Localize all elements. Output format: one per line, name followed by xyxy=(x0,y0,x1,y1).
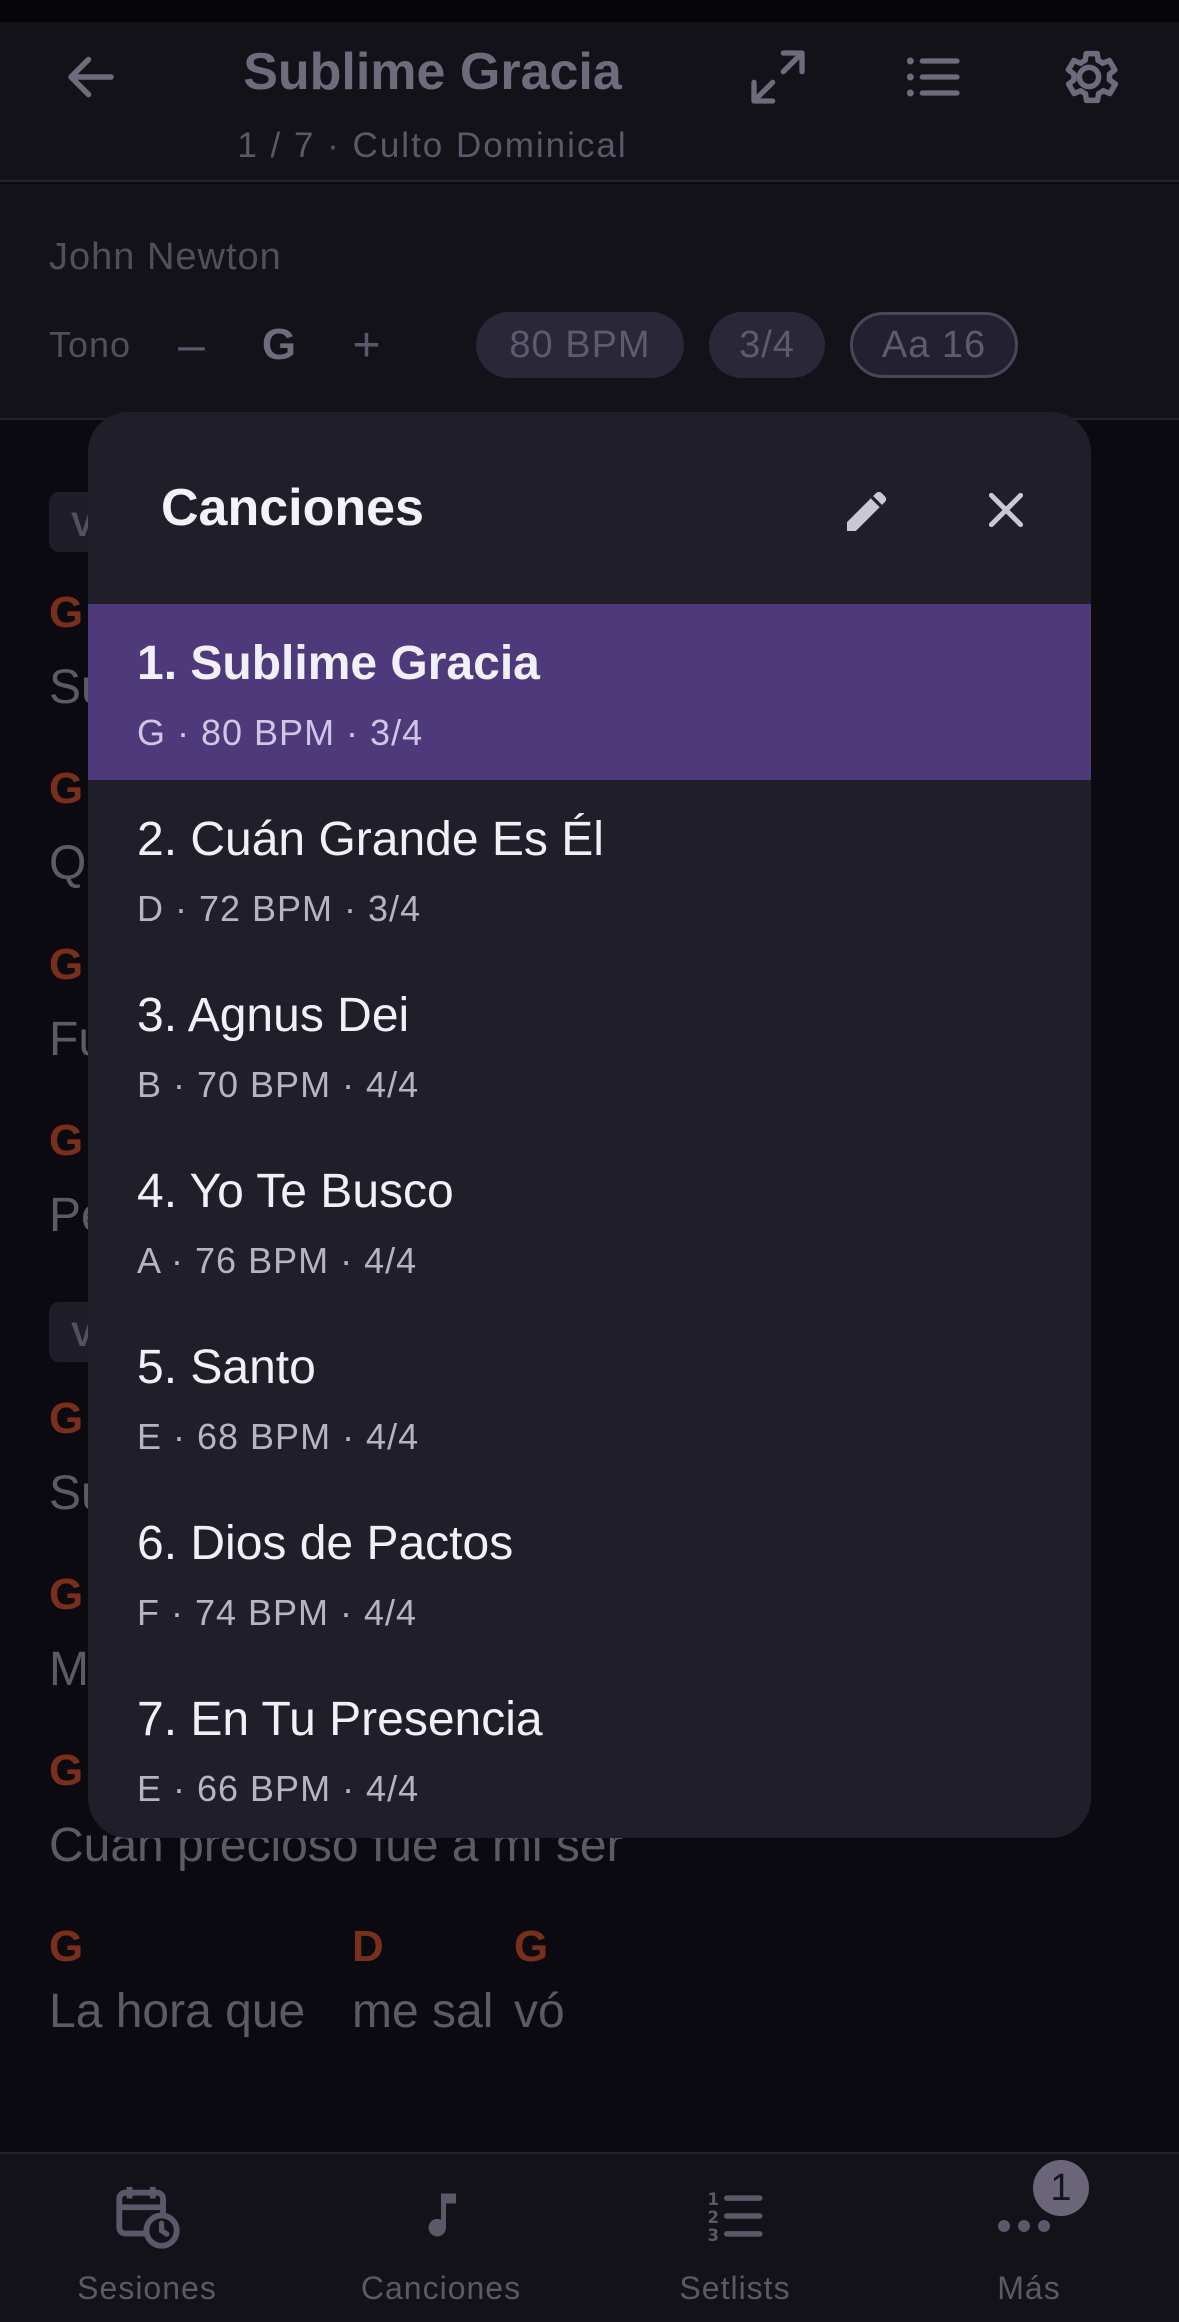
song-item-3[interactable]: 3. Agnus Dei B · 70 BPM · 4/4 xyxy=(88,956,1091,1132)
nav-canciones[interactable]: Canciones xyxy=(294,2154,588,2322)
chord: G xyxy=(49,1394,84,1443)
back-button[interactable] xyxy=(46,22,136,132)
lyric-segment: vó xyxy=(514,1985,565,2038)
song-item-1[interactable]: 1. Sublime Gracia G · 80 BPM · 3/4 xyxy=(88,604,1091,780)
nav-label: Setlists xyxy=(679,2270,791,2306)
chord: G xyxy=(49,764,84,813)
song-list: 1. Sublime Gracia G · 80 BPM · 3/4 2. Cu… xyxy=(88,604,1091,1836)
chord: G xyxy=(49,588,84,637)
song-name: 2. Cuán Grande Es Él xyxy=(137,813,604,866)
song-name: 7. En Tu Presencia xyxy=(137,1693,543,1746)
bpm-chip[interactable]: 80 BPM xyxy=(476,312,684,378)
song-item-5[interactable]: 5. Santo E · 68 BPM · 4/4 xyxy=(88,1308,1091,1484)
chord: G xyxy=(514,1922,549,1971)
song-meta: F · 74 BPM · 4/4 xyxy=(137,1592,418,1633)
lyric-segment: me sal xyxy=(352,1985,494,2038)
song-name: 5. Santo xyxy=(137,1341,316,1394)
numbered-list-icon: 123 xyxy=(588,2178,882,2254)
song-name: 6. Dios de Pactos xyxy=(137,1517,514,1570)
svg-text:3: 3 xyxy=(708,2226,719,2245)
lyric-line: Q xyxy=(49,837,87,890)
gear-icon xyxy=(1056,44,1122,110)
svg-text:2: 2 xyxy=(708,2208,719,2227)
song-meta: E · 66 BPM · 4/4 xyxy=(137,1768,420,1809)
song-meta: D · 72 BPM · 3/4 xyxy=(137,888,422,929)
song-meta: G · 80 BPM · 3/4 xyxy=(137,712,424,753)
song-name: 1. Sublime Gracia xyxy=(137,637,540,690)
song-title: Sublime Gracia xyxy=(243,43,622,101)
edit-button[interactable] xyxy=(828,472,908,552)
lyric-line: M xyxy=(49,1643,89,1696)
nav-setlists[interactable]: 123 Setlists xyxy=(588,2154,882,2322)
time-signature-chip[interactable]: 3/4 xyxy=(709,312,825,378)
song-meta: A · 76 BPM · 4/4 xyxy=(137,1240,418,1281)
chord: G xyxy=(49,940,84,989)
nav-mas[interactable]: Más xyxy=(882,2154,1176,2322)
key-label: Tono xyxy=(49,324,132,365)
nav-label: Sesiones xyxy=(77,2270,217,2306)
song-name: 3. Agnus Dei xyxy=(137,989,410,1042)
setlist-button[interactable] xyxy=(888,22,978,132)
notification-badge: 1 xyxy=(1033,2160,1089,2216)
chord: G xyxy=(49,1922,84,1971)
bottom-navigation: Sesiones Canciones 123 Setlists Más xyxy=(0,2152,1179,2322)
nav-label: Más xyxy=(997,2270,1061,2306)
top-app-bar: Sublime Gracia 1 / 7 · Culto Dominical xyxy=(0,22,1179,182)
song-name: 4. Yo Te Busco xyxy=(137,1165,454,1218)
pencil-icon xyxy=(840,482,896,543)
expand-icon xyxy=(746,45,810,109)
key-control: Tono – G + xyxy=(49,310,404,380)
close-button[interactable] xyxy=(966,472,1046,552)
settings-button[interactable] xyxy=(1044,22,1134,132)
song-meta: B · 70 BPM · 4/4 xyxy=(137,1064,420,1105)
chord: G xyxy=(49,1746,84,1795)
arrow-left-icon xyxy=(61,47,121,107)
current-key: G xyxy=(261,320,297,369)
calendar-clock-icon xyxy=(0,2178,294,2254)
key-up-button[interactable]: + xyxy=(329,318,404,373)
svg-text:1: 1 xyxy=(708,2190,719,2209)
songs-modal: Canciones 1. Sublime Gracia G · 80 BPM ·… xyxy=(88,412,1091,1838)
nav-label: Canciones xyxy=(360,2270,522,2306)
song-item-2[interactable]: 2. Cuán Grande Es Él D · 72 BPM · 3/4 xyxy=(88,780,1091,956)
modal-title: Canciones xyxy=(161,479,424,537)
song-item-4[interactable]: 4. Yo Te Busco A · 76 BPM · 4/4 xyxy=(88,1132,1091,1308)
song-author: John Newton xyxy=(49,236,282,278)
lyric-segment: La hora que xyxy=(49,1985,306,2038)
song-info-bar: John Newton Tono – G + 80 BPM 3/4 Aa 16 xyxy=(0,184,1179,420)
key-down-button[interactable]: – xyxy=(154,318,229,373)
more-dots-icon xyxy=(882,2178,1176,2254)
font-size-chip[interactable]: Aa 16 xyxy=(850,312,1018,378)
chord: G xyxy=(49,1570,84,1619)
nav-sesiones[interactable]: Sesiones xyxy=(0,2154,294,2322)
fullscreen-button[interactable] xyxy=(733,22,823,132)
status-bar xyxy=(0,0,1179,22)
list-icon xyxy=(901,45,965,109)
chord: D xyxy=(352,1922,384,1971)
song-meta: E · 68 BPM · 4/4 xyxy=(137,1416,420,1457)
chord: G xyxy=(49,1116,84,1165)
song-item-6[interactable]: 6. Dios de Pactos F · 74 BPM · 4/4 xyxy=(88,1484,1091,1660)
song-item-7[interactable]: 7. En Tu Presencia E · 66 BPM · 4/4 xyxy=(88,1660,1091,1836)
music-note-icon xyxy=(294,2178,588,2254)
setlist-position: 1 / 7 · Culto Dominical xyxy=(237,126,628,165)
close-icon xyxy=(981,485,1031,540)
